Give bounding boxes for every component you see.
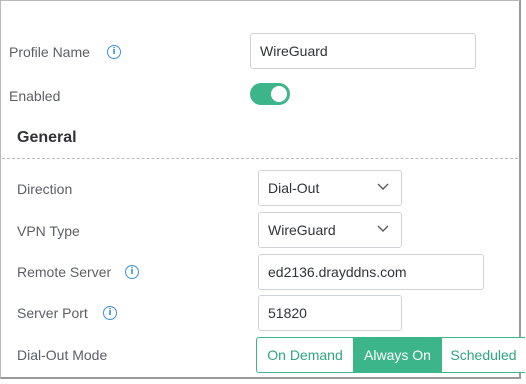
remote-server-input[interactable]: ed2136.drayddns.com: [258, 254, 484, 290]
chevron-down-icon: [377, 183, 389, 190]
dialout-mode-always-on[interactable]: Always On: [354, 337, 441, 373]
dialout-mode-on-demand[interactable]: On Demand: [256, 337, 354, 373]
enabled-toggle[interactable]: [250, 83, 290, 105]
dialout-mode-segmented-control: On Demand Always On Scheduled: [256, 337, 525, 373]
section-divider: [2, 158, 518, 159]
dialout-mode-scheduled[interactable]: Scheduled: [441, 337, 525, 373]
toggle-knob: [271, 86, 287, 102]
server-port-label: Server Port: [17, 305, 88, 321]
info-icon[interactable]: i: [103, 306, 117, 320]
info-icon[interactable]: i: [107, 45, 121, 59]
enabled-label: Enabled: [9, 88, 61, 104]
server-port-input[interactable]: 51820: [258, 295, 402, 331]
remote-server-label: Remote Server: [17, 264, 112, 280]
vpn-type-select[interactable]: WireGuard: [258, 212, 402, 248]
direction-value: Dial-Out: [268, 180, 320, 196]
vpn-type-value: WireGuard: [268, 222, 336, 238]
info-icon[interactable]: i: [125, 265, 139, 279]
vpn-type-label: VPN Type: [17, 223, 80, 239]
profile-name-input[interactable]: WireGuard: [250, 33, 476, 69]
dialout-mode-label: Dial-Out Mode: [17, 347, 108, 363]
profile-name-label: Profile Name: [9, 44, 90, 60]
direction-label: Direction: [17, 181, 73, 197]
section-title-general: General: [17, 129, 77, 146]
settings-panel: Profile Name i WireGuard Enabled General…: [0, 0, 525, 379]
chevron-down-icon: [377, 225, 389, 232]
direction-select[interactable]: Dial-Out: [258, 170, 402, 206]
